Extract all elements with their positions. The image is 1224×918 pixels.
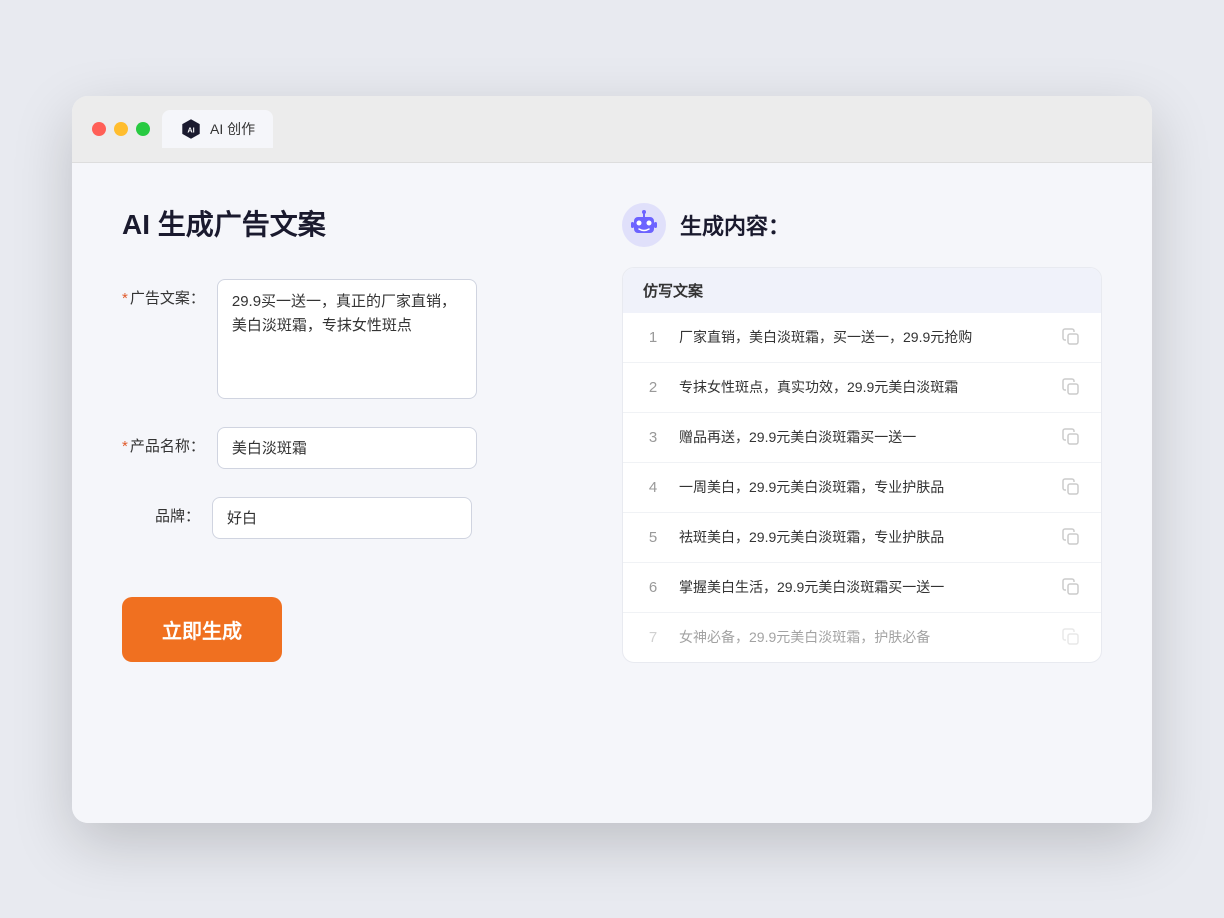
copy-icon[interactable]	[1061, 477, 1081, 497]
table-row: 4 一周美白，29.9元美白淡斑霜，专业护肤品	[623, 463, 1101, 513]
main-content: AI 生成广告文案 *广告文案： 29.9买一送一，真正的厂家直销，美白淡斑霜，…	[72, 163, 1152, 823]
maximize-button[interactable]	[136, 122, 150, 136]
row-number: 5	[643, 529, 663, 546]
row-number: 4	[643, 479, 663, 496]
row-number: 6	[643, 579, 663, 596]
table-row: 3 赠品再送，29.9元美白淡斑霜买一送一	[623, 413, 1101, 463]
copy-icon[interactable]	[1061, 627, 1081, 647]
brand-input[interactable]: 好白	[212, 497, 472, 539]
results-list: 1 厂家直销，美白淡斑霜，买一送一，29.9元抢购 2 专抹女性斑点，真实功效，…	[623, 313, 1101, 662]
browser-window: AI AI 创作 AI 生成广告文案 *广告文案： 29.9买一送一，真正的厂家…	[72, 96, 1152, 823]
results-header: 仿写文案	[623, 268, 1101, 313]
row-text: 一周美白，29.9元美白淡斑霜，专业护肤品	[679, 477, 1045, 498]
required-star-2: *	[122, 438, 128, 455]
copy-icon[interactable]	[1061, 427, 1081, 447]
table-row: 2 专抹女性斑点，真实功效，29.9元美白淡斑霜	[623, 363, 1101, 413]
row-text: 专抹女性斑点，真实功效，29.9元美白淡斑霜	[679, 377, 1045, 398]
row-number: 3	[643, 429, 663, 446]
row-text: 祛斑美白，29.9元美白淡斑霜，专业护肤品	[679, 527, 1045, 548]
copy-icon[interactable]	[1061, 377, 1081, 397]
row-number: 7	[643, 629, 663, 646]
row-text: 厂家直销，美白淡斑霜，买一送一，29.9元抢购	[679, 327, 1045, 348]
right-panel-title: 生成内容：	[680, 209, 790, 241]
required-star-1: *	[122, 290, 128, 307]
close-button[interactable]	[92, 122, 106, 136]
table-row: 6 掌握美白生活，29.9元美白淡斑霜买一送一	[623, 563, 1101, 613]
traffic-lights	[92, 122, 150, 136]
tab-label: AI 创作	[210, 119, 255, 139]
table-row: 5 祛斑美白，29.9元美白淡斑霜，专业护肤品	[623, 513, 1101, 563]
brand-label: 品牌：	[122, 497, 212, 526]
row-number: 2	[643, 379, 663, 396]
copy-icon[interactable]	[1061, 327, 1081, 347]
product-name-input[interactable]: 美白淡斑霜	[217, 427, 477, 469]
ad-copy-label: *广告文案：	[122, 279, 217, 308]
row-text: 女神必备，29.9元美白淡斑霜，护肤必备	[679, 627, 1045, 648]
right-panel: 生成内容： 仿写文案 1 厂家直销，美白淡斑霜，买一送一，29.9元抢购 2 专…	[622, 203, 1102, 783]
titlebar: AI AI 创作	[72, 96, 1152, 163]
row-text: 掌握美白生活，29.9元美白淡斑霜买一送一	[679, 577, 1045, 598]
table-row: 1 厂家直销，美白淡斑霜，买一送一，29.9元抢购	[623, 313, 1101, 363]
left-panel: AI 生成广告文案 *广告文案： 29.9买一送一，真正的厂家直销，美白淡斑霜，…	[122, 203, 562, 783]
generate-button[interactable]: 立即生成	[122, 597, 282, 662]
row-number: 1	[643, 329, 663, 346]
product-name-label: *产品名称：	[122, 427, 217, 456]
svg-text:AI: AI	[187, 125, 194, 134]
table-row: 7 女神必备，29.9元美白淡斑霜，护肤必备	[623, 613, 1101, 662]
row-text: 赠品再送，29.9元美白淡斑霜买一送一	[679, 427, 1045, 448]
copy-icon[interactable]	[1061, 527, 1081, 547]
page-title: AI 生成广告文案	[122, 203, 562, 243]
minimize-button[interactable]	[114, 122, 128, 136]
ad-copy-group: *广告文案： 29.9买一送一，真正的厂家直销，美白淡斑霜，专抹女性斑点	[122, 279, 562, 399]
ai-tab[interactable]: AI AI 创作	[162, 110, 273, 148]
brand-group: 品牌： 好白	[122, 497, 562, 539]
product-name-group: *产品名称： 美白淡斑霜	[122, 427, 562, 469]
ad-copy-input[interactable]: 29.9买一送一，真正的厂家直销，美白淡斑霜，专抹女性斑点	[217, 279, 477, 399]
robot-icon	[622, 203, 666, 247]
copy-icon[interactable]	[1061, 577, 1081, 597]
right-header: 生成内容：	[622, 203, 1102, 247]
ai-tab-icon: AI	[180, 118, 202, 140]
results-table: 仿写文案 1 厂家直销，美白淡斑霜，买一送一，29.9元抢购 2 专抹女性斑点，…	[622, 267, 1102, 663]
